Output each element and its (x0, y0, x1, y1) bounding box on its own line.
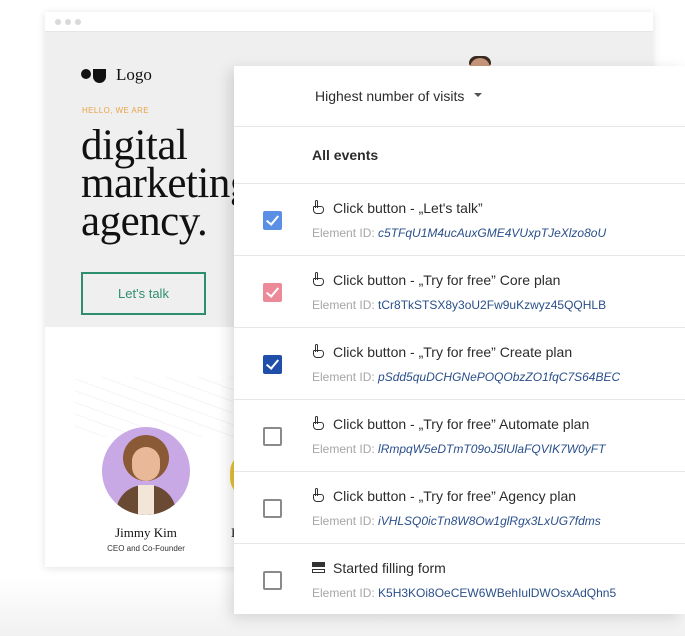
element-id-value: iVHLSQ0icTn8W8Ow1glRgx3LxUG7fdms (378, 514, 601, 528)
event-row[interactable]: Started filling form Element ID: K5H3KOi… (234, 544, 685, 616)
browser-titlebar (45, 12, 653, 32)
event-title: Click button - „Try for free” Automate p… (333, 416, 590, 432)
event-row[interactable]: Click button - „Let's talk” Element ID: … (234, 184, 685, 256)
window-dot-icon (65, 18, 71, 25)
element-id-value: tCr8TkSTSX8y3oU2Fw9uKzwyz45QQHLB (378, 298, 607, 312)
element-id-value: K5H3KOi8OeCEW6WBehIulDWOsxAdQhn5 (378, 586, 617, 600)
event-row[interactable]: Click button - „Try for free” Core plan … (234, 256, 685, 328)
element-id: Element ID: K5H3KOi8OeCEW6WBehIulDWOsxAd… (312, 586, 616, 600)
hand-pointer-icon (312, 416, 326, 432)
event-list: Click button - „Let's talk” Element ID: … (234, 184, 685, 616)
team-member-avatar (102, 427, 190, 515)
event-title: Click button - „Try for free” Agency pla… (333, 488, 577, 504)
event-checkbox[interactable] (263, 499, 282, 518)
element-id-value: lRmpqW5eDTmT09oJ5lUlaFQVIK7W0yFT (378, 442, 606, 456)
event-checkbox-checked[interactable] (263, 211, 282, 230)
logo-text: Logo (116, 65, 152, 84)
form-icon (312, 560, 326, 576)
element-id: Element ID: pSdd5quDCHGNePOQObzZO1fqC7S6… (312, 370, 620, 384)
chevron-down-icon (474, 93, 483, 97)
element-id: Element ID: lRmpqW5eDTmT09oJ5lUlaFQVIK7W… (312, 442, 605, 456)
element-id-label: Element ID: (312, 514, 379, 528)
all-events-label: All events (312, 147, 379, 163)
logo-mark-icon (81, 67, 107, 83)
window-dot-icon (55, 18, 61, 25)
sort-label: Highest number of visits (315, 88, 465, 104)
team-member-name: Jimmy Kim (115, 525, 177, 540)
team-member-role: CEO and Co-Founder (107, 544, 185, 553)
event-row[interactable]: Click button - „Try for free” Automate p… (234, 400, 685, 472)
event-checkbox-checked[interactable] (263, 283, 282, 302)
event-checkbox[interactable] (263, 427, 282, 446)
event-row[interactable]: Click button - „Try for free” Agency pla… (234, 472, 685, 544)
hand-pointer-icon (312, 488, 326, 504)
element-id: Element ID: c5TFqU1M4ucAuxGME4VUxpTJeXlz… (312, 226, 606, 240)
element-id-label: Element ID: (312, 226, 379, 240)
event-title: Click button - „Try for free” Core plan (333, 272, 561, 288)
site-logo[interactable]: Logo (81, 65, 152, 85)
event-title: Click button - „Let's talk” (333, 200, 483, 216)
event-checkbox[interactable] (263, 571, 282, 590)
all-events-header: All events (234, 127, 685, 184)
hand-pointer-icon (312, 200, 326, 216)
event-title: Click button - „Try for free” Create pla… (333, 344, 573, 360)
element-id-label: Element ID: (312, 442, 379, 456)
events-panel: Highest number of visits All events Clic… (234, 66, 685, 614)
hand-pointer-icon (312, 344, 326, 360)
sort-dropdown[interactable]: Highest number of visits (234, 66, 685, 127)
hero-eyebrow: HELLO, WE ARE (82, 106, 149, 115)
element-id-label: Element ID: (312, 370, 379, 384)
event-title: Started filling form (333, 560, 446, 576)
event-checkbox-checked[interactable] (263, 355, 282, 374)
element-id-value: pSdd5quDCHGNePOQObzZO1fqC7S64BEC (378, 370, 621, 384)
element-id-value: c5TFqU1M4ucAuxGME4VUxpTJeXlzo8oU (378, 226, 607, 240)
event-row[interactable]: Click button - „Try for free” Create pla… (234, 328, 685, 400)
window-dot-icon (75, 18, 81, 25)
hand-pointer-icon (312, 272, 326, 288)
element-id-label: Element ID: (312, 298, 379, 312)
element-id: Element ID: iVHLSQ0icTn8W8Ow1glRgx3LxUG7… (312, 514, 601, 528)
element-id: Element ID: tCr8TkSTSX8y3oU2Fw9uKzwyz45Q… (312, 298, 606, 312)
hero-headline: digital marketing agency. (81, 122, 251, 245)
lets-talk-button[interactable]: Let's talk (81, 272, 206, 315)
element-id-label: Element ID: (312, 586, 379, 600)
